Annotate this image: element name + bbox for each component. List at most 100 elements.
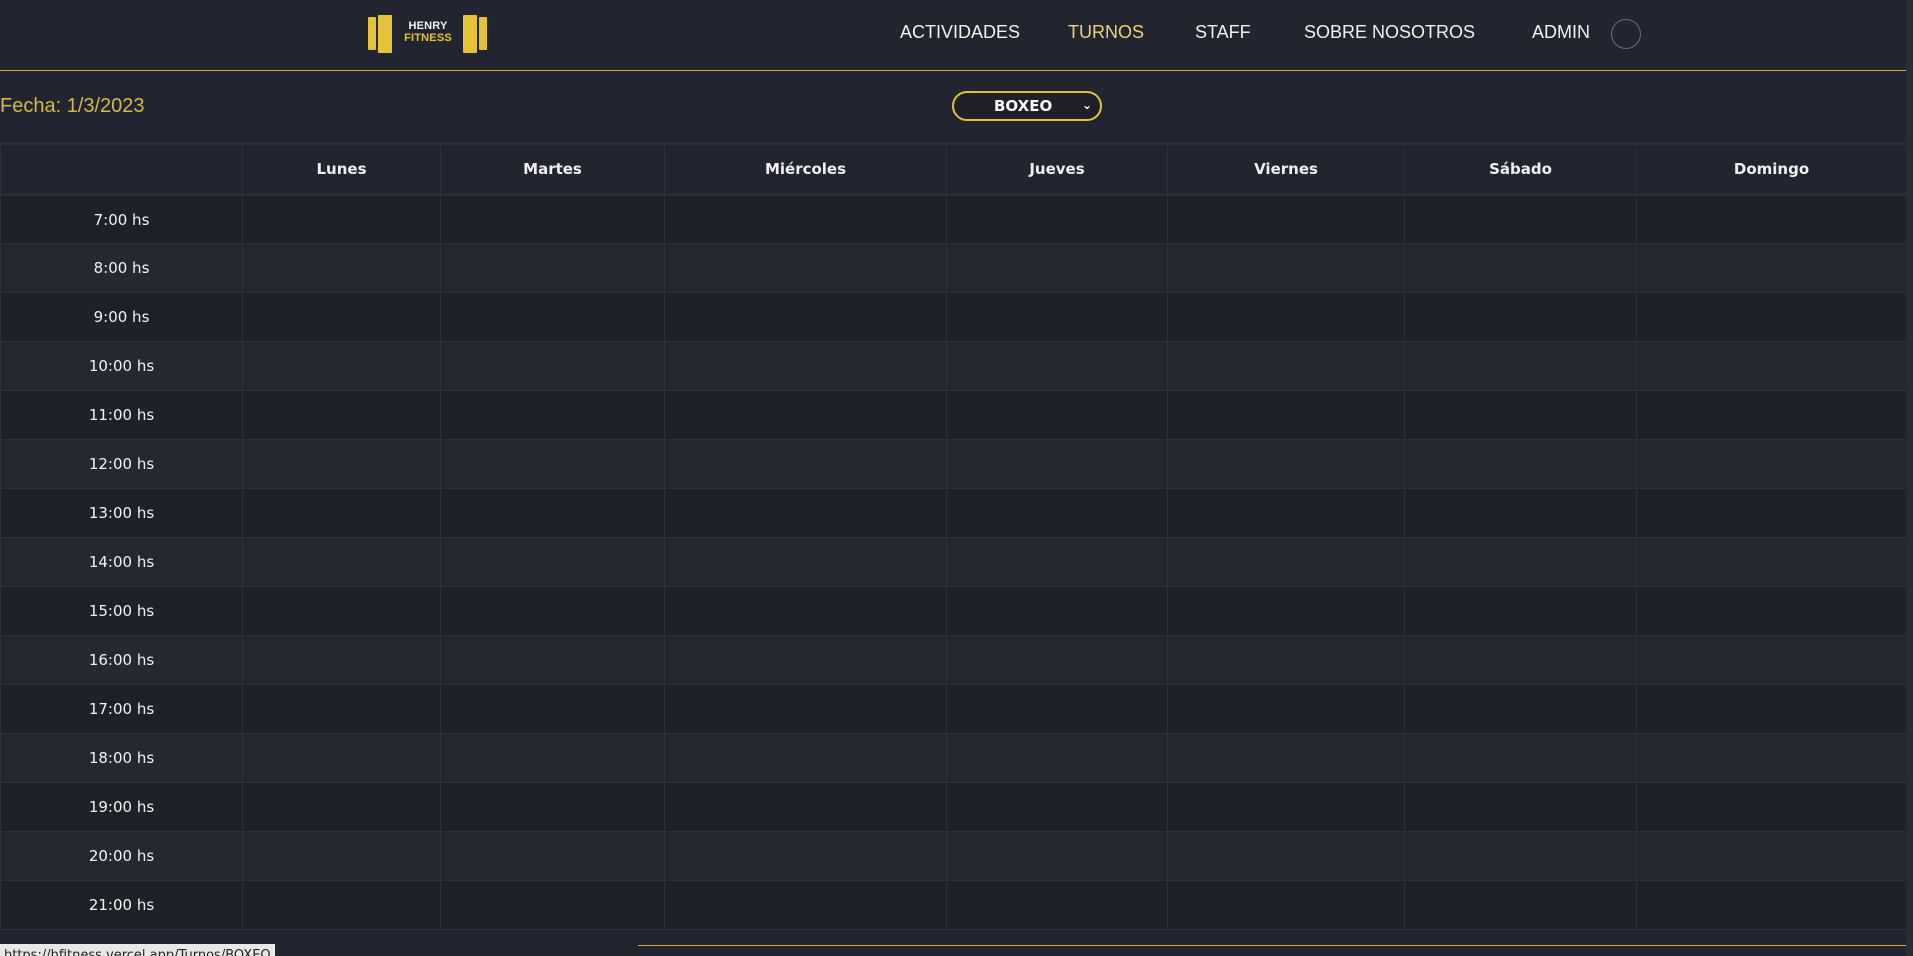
schedule-cell[interactable]	[1167, 341, 1405, 391]
schedule-cell[interactable]	[1167, 733, 1405, 783]
schedule-cell[interactable]	[664, 194, 947, 244]
schedule-cell[interactable]	[946, 635, 1168, 685]
schedule-cell[interactable]	[1636, 684, 1907, 734]
schedule-cell[interactable]	[242, 194, 441, 244]
schedule-cell[interactable]	[242, 390, 441, 440]
schedule-cell[interactable]	[440, 341, 665, 391]
schedule-cell[interactable]	[664, 782, 947, 832]
schedule-cell[interactable]	[242, 537, 441, 587]
schedule-cell[interactable]	[1167, 488, 1405, 538]
schedule-cell[interactable]	[440, 537, 665, 587]
schedule-cell[interactable]	[1167, 537, 1405, 587]
schedule-cell[interactable]	[242, 635, 441, 685]
schedule-cell[interactable]	[1404, 341, 1637, 391]
schedule-cell[interactable]	[242, 292, 441, 342]
schedule-cell[interactable]	[440, 586, 665, 636]
schedule-cell[interactable]	[1636, 194, 1907, 244]
schedule-cell[interactable]	[440, 194, 665, 244]
schedule-cell[interactable]	[664, 488, 947, 538]
schedule-cell[interactable]	[242, 439, 441, 489]
schedule-cell[interactable]	[946, 341, 1168, 391]
schedule-cell[interactable]	[664, 243, 947, 293]
schedule-cell[interactable]	[440, 880, 665, 930]
henry-fitness-logo[interactable]: HENRY FITNESS	[366, 13, 491, 53]
schedule-cell[interactable]	[242, 782, 441, 832]
schedule-cell[interactable]	[1636, 292, 1907, 342]
schedule-cell[interactable]	[1636, 439, 1907, 489]
schedule-cell[interactable]	[664, 537, 947, 587]
schedule-cell[interactable]	[946, 880, 1168, 930]
schedule-cell[interactable]	[1404, 586, 1637, 636]
schedule-cell[interactable]	[946, 439, 1168, 489]
user-avatar-icon[interactable]	[1611, 19, 1641, 49]
schedule-cell[interactable]	[440, 782, 665, 832]
schedule-cell[interactable]	[1167, 684, 1405, 734]
schedule-cell[interactable]	[1636, 488, 1907, 538]
schedule-cell[interactable]	[1167, 243, 1405, 293]
schedule-cell[interactable]	[946, 390, 1168, 440]
schedule-cell[interactable]	[440, 733, 665, 783]
schedule-cell[interactable]	[1167, 390, 1405, 440]
schedule-cell[interactable]	[664, 586, 947, 636]
schedule-cell[interactable]	[1636, 537, 1907, 587]
schedule-cell[interactable]	[946, 733, 1168, 783]
schedule-cell[interactable]	[1404, 880, 1637, 930]
schedule-cell[interactable]	[242, 684, 441, 734]
schedule-cell[interactable]	[242, 586, 441, 636]
schedule-cell[interactable]	[1167, 782, 1405, 832]
schedule-cell[interactable]	[242, 341, 441, 391]
schedule-cell[interactable]	[1636, 733, 1907, 783]
schedule-cell[interactable]	[946, 831, 1168, 881]
schedule-cell[interactable]	[664, 831, 947, 881]
schedule-cell[interactable]	[1167, 831, 1405, 881]
schedule-cell[interactable]	[440, 684, 665, 734]
schedule-cell[interactable]	[664, 292, 947, 342]
schedule-cell[interactable]	[1167, 194, 1405, 244]
schedule-cell[interactable]	[1404, 831, 1637, 881]
activity-select[interactable]: BOXEO ⌄	[952, 91, 1102, 121]
schedule-cell[interactable]	[664, 439, 947, 489]
schedule-cell[interactable]	[1636, 243, 1907, 293]
schedule-cell[interactable]	[440, 831, 665, 881]
schedule-cell[interactable]	[242, 488, 441, 538]
schedule-cell[interactable]	[664, 341, 947, 391]
page-scrollbar[interactable]	[1906, 0, 1913, 956]
schedule-cell[interactable]	[1404, 733, 1637, 783]
schedule-cell[interactable]	[440, 292, 665, 342]
schedule-cell[interactable]	[946, 194, 1168, 244]
schedule-cell[interactable]	[440, 439, 665, 489]
schedule-cell[interactable]	[946, 292, 1168, 342]
schedule-cell[interactable]	[1167, 439, 1405, 489]
schedule-cell[interactable]	[664, 390, 947, 440]
schedule-cell[interactable]	[946, 782, 1168, 832]
schedule-cell[interactable]	[946, 488, 1168, 538]
schedule-cell[interactable]	[1404, 635, 1637, 685]
nav-admin[interactable]: ADMIN	[1532, 22, 1590, 43]
schedule-cell[interactable]	[440, 488, 665, 538]
schedule-cell[interactable]	[242, 243, 441, 293]
schedule-cell[interactable]	[1404, 194, 1637, 244]
schedule-cell[interactable]	[946, 537, 1168, 587]
schedule-cell[interactable]	[1167, 635, 1405, 685]
schedule-cell[interactable]	[664, 733, 947, 783]
nav-sobre-nosotros[interactable]: SOBRE NOSOTROS	[1304, 22, 1475, 43]
schedule-cell[interactable]	[1404, 390, 1637, 440]
schedule-cell[interactable]	[1404, 684, 1637, 734]
schedule-cell[interactable]	[1636, 341, 1907, 391]
nav-turnos[interactable]: TURNOS	[1068, 22, 1144, 43]
nav-staff[interactable]: STAFF	[1195, 22, 1251, 43]
schedule-cell[interactable]	[946, 243, 1168, 293]
schedule-cell[interactable]	[1636, 831, 1907, 881]
schedule-cell[interactable]	[1167, 880, 1405, 930]
schedule-cell[interactable]	[1404, 488, 1637, 538]
schedule-cell[interactable]	[1636, 880, 1907, 930]
schedule-cell[interactable]	[1167, 586, 1405, 636]
schedule-cell[interactable]	[440, 390, 665, 440]
schedule-cell[interactable]	[1404, 243, 1637, 293]
schedule-cell[interactable]	[440, 635, 665, 685]
schedule-cell[interactable]	[1404, 439, 1637, 489]
schedule-cell[interactable]	[1636, 390, 1907, 440]
schedule-cell[interactable]	[1167, 292, 1405, 342]
schedule-cell[interactable]	[242, 880, 441, 930]
schedule-cell[interactable]	[664, 684, 947, 734]
